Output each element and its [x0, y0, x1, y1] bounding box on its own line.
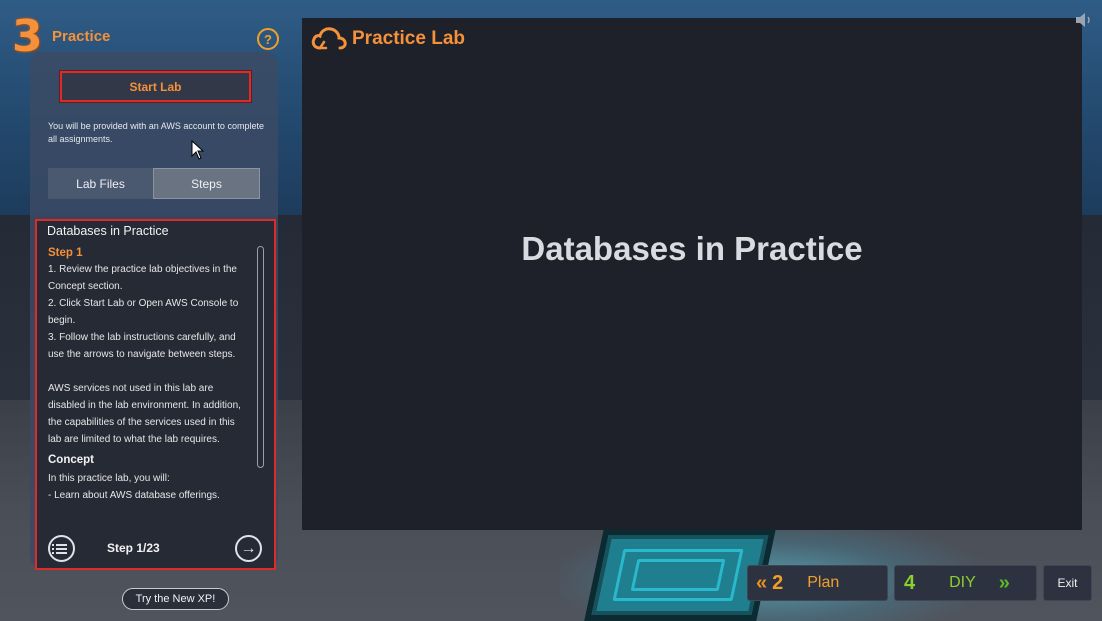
steps-list-button[interactable]: [48, 535, 75, 562]
speaker-icon[interactable]: [1074, 10, 1094, 30]
stage-title: Databases in Practice: [521, 230, 863, 267]
step-heading: Step 1: [48, 247, 83, 259]
mouse-cursor-icon: [191, 140, 205, 160]
content-scroll-area[interactable]: Step 1 1. Review the practice lab object…: [48, 247, 248, 523]
content-title: Databases in Practice: [47, 224, 169, 238]
content-scrollbar[interactable]: [257, 246, 264, 468]
tab-lab-files[interactable]: Lab Files: [48, 168, 153, 199]
step-counter: Step 1/23: [107, 541, 160, 555]
question-circle-icon: ?: [264, 31, 272, 47]
next-section-label: DIY: [949, 574, 976, 591]
concept-intro: In this practice lab, you will:: [48, 473, 170, 484]
double-chevron-right-icon: »: [998, 571, 1010, 594]
help-button[interactable]: ?: [257, 28, 279, 50]
logo-text: Practice Lab: [352, 28, 465, 49]
background-platform: [591, 535, 769, 615]
step-title: Practice: [52, 28, 111, 45]
prev-section-number: 2: [772, 571, 784, 594]
next-section-number: 4: [904, 571, 916, 594]
exit-button[interactable]: Exit: [1043, 565, 1092, 601]
next-section-button[interactable]: 4 DIY »: [894, 565, 1037, 601]
arrow-right-circle-icon: →: [240, 539, 257, 557]
instruction-3: 3. Follow the lab instructions carefully…: [48, 332, 236, 360]
tab-bar: Lab Files Steps: [48, 168, 260, 199]
lab-notice: AWS services not used in this lab are di…: [48, 383, 241, 445]
previous-section-button[interactable]: « 2 Plan: [747, 565, 888, 601]
start-lab-button[interactable]: Start Lab: [59, 70, 252, 103]
double-chevron-left-icon: «: [756, 571, 767, 594]
steps-content-panel: Databases in Practice Step 1 1. Review t…: [35, 219, 276, 570]
prev-section-label: Plan: [807, 574, 840, 591]
instruction-1: 1. Review the practice lab objectives in…: [48, 264, 237, 292]
list-icon: [52, 543, 67, 554]
tab-steps[interactable]: Steps: [153, 168, 260, 199]
concept-item: - Learn about AWS database offerings.: [48, 490, 220, 501]
lab-stage: Practice Lab Databases in Practice: [302, 18, 1082, 530]
practice-lab-logo: Practice Lab: [310, 26, 465, 52]
lab-note: You will be provided with an AWS account…: [48, 121, 264, 144]
next-step-button[interactable]: →: [235, 535, 262, 562]
instruction-2: 2. Click Start Lab or Open AWS Console t…: [48, 298, 239, 326]
try-new-xp-button[interactable]: Try the New XP!: [122, 588, 229, 610]
cloud-icon: [311, 27, 347, 50]
concept-heading: Concept: [48, 454, 94, 466]
